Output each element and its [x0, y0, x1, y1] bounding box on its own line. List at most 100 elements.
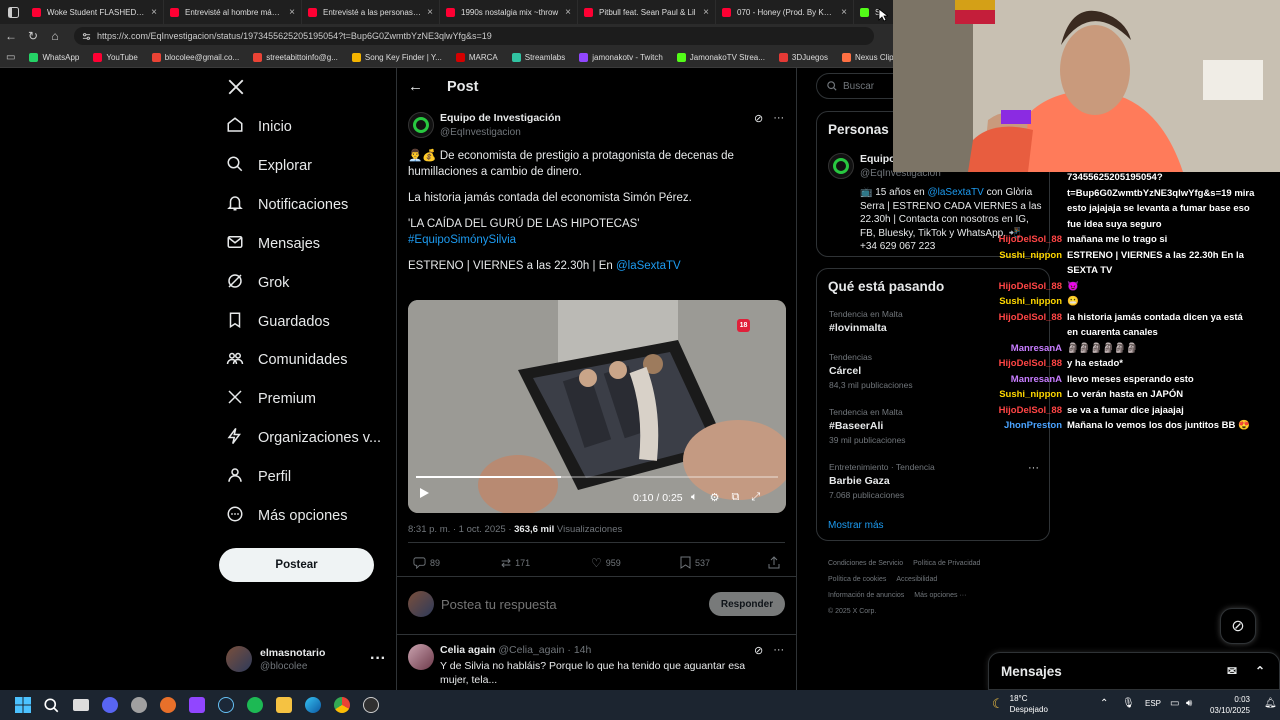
nav-item-perfil[interactable]: Perfil — [226, 466, 291, 488]
close-icon[interactable]: × — [151, 7, 157, 18]
footer-link[interactable]: Información de anuncios — [828, 588, 904, 604]
grok-icon[interactable]: ⊘ — [754, 644, 763, 657]
close-icon[interactable]: × — [427, 7, 433, 18]
bookmark-item[interactable]: blocolee@gmail.co... — [151, 53, 239, 62]
close-icon[interactable]: × — [289, 7, 295, 18]
site-info-icon[interactable] — [82, 32, 91, 41]
footer-link[interactable]: Accesibilidad — [896, 572, 937, 588]
nav-item-explorar[interactable]: Explorar — [226, 155, 312, 177]
play-icon[interactable] — [418, 486, 430, 504]
messages-drawer[interactable]: Mensajes ✉ ⌃ — [988, 652, 1280, 690]
mention-link[interactable]: @laSextaTV — [616, 260, 681, 272]
steam-icon[interactable] — [211, 697, 240, 713]
footer-link[interactable]: Política de cookies — [828, 572, 886, 588]
grok-float-button[interactable]: ⊘ — [1220, 608, 1256, 644]
author-name[interactable]: Equipo de Investigación — [440, 112, 561, 124]
bookmark-item[interactable]: jamonakotv - Twitch — [579, 53, 663, 62]
network-icon[interactable]: ▭ — [1170, 698, 1179, 709]
account-switcher[interactable]: elmasnotario @blocolee ··· — [226, 644, 386, 674]
person-bio-mention[interactable]: @laSextaTV — [928, 187, 984, 198]
weather-widget[interactable]: ☾ 18°C Despejado — [992, 693, 1048, 715]
chrome-icon[interactable] — [327, 697, 356, 713]
notifications-icon[interactable]: 🔔︎ — [1264, 698, 1277, 709]
nav-item-premium[interactable]: Premium — [226, 388, 316, 410]
reply-author-handle[interactable]: @Celia_again · 14h — [498, 644, 591, 656]
author-handle[interactable]: @EqInvestigacion — [440, 127, 561, 138]
obs-icon[interactable] — [356, 697, 385, 713]
back-icon[interactable]: ← — [0, 29, 22, 43]
spotify-icon[interactable] — [240, 697, 269, 713]
close-icon[interactable]: × — [565, 7, 571, 18]
folder-icon[interactable] — [269, 697, 298, 713]
reply-submit-button[interactable]: Responder — [709, 592, 785, 616]
reply-author-avatar[interactable] — [408, 644, 434, 670]
bookmark-item[interactable]: Nexus Clips — [841, 53, 898, 62]
more-icon[interactable]: ··· — [1028, 462, 1039, 474]
footer-link[interactable]: Más opciones ··· — [914, 588, 966, 604]
expand-icon[interactable]: ⌃ — [1255, 664, 1265, 678]
tray-chevron-icon[interactable]: ⌃ — [1100, 698, 1108, 709]
video-progress-bar[interactable] — [416, 476, 778, 478]
url-field[interactable]: https://x.com/EqInvestigacion/status/197… — [74, 27, 874, 45]
microphone-icon[interactable]: 🎙︎ — [1122, 698, 1135, 709]
volume-icon[interactable]: 🔈︎ — [691, 491, 698, 504]
nav-item-organizaciones-v[interactable]: Organizaciones v... — [226, 427, 381, 449]
bookmark-item[interactable]: streetabittoinfo@g... — [253, 53, 338, 62]
apps-icon[interactable]: ▭ — [6, 52, 15, 63]
footer-link[interactable]: Condiciones de Servicio — [828, 556, 903, 572]
bookmark-item[interactable]: JamonakoTV Strea... — [676, 53, 765, 62]
browser-tab[interactable]: Pitbull feat. Sean Paul & Lil × — [578, 0, 716, 24]
reply-input[interactable] — [441, 596, 691, 612]
clock[interactable]: 0:03 03/10/2025 — [1206, 694, 1250, 716]
share-button[interactable] — [768, 556, 780, 569]
repost-button[interactable]: ⇄ 171 — [501, 556, 530, 570]
post-timestamp[interactable]: 8:31 p. m. · 1 oct. 2025 · — [408, 524, 514, 535]
xbox-icon[interactable] — [124, 697, 153, 713]
browser-tab[interactable]: 070 - Honey (Prod. By Korn × — [716, 0, 854, 24]
close-icon[interactable]: × — [703, 7, 709, 18]
nav-item-inicio[interactable]: Inicio — [226, 116, 292, 138]
browser-tab[interactable]: 1990s nostalgia mix ~throw × — [440, 0, 578, 24]
nav-item-notificaciones[interactable]: Notificaciones — [226, 194, 348, 216]
app-icon[interactable] — [153, 697, 182, 713]
new-message-icon[interactable]: ✉ — [1227, 664, 1237, 678]
reply-button[interactable]: 89 — [413, 556, 440, 569]
close-icon[interactable]: × — [841, 7, 847, 18]
browser-tab[interactable]: Entrevisté a las personas ne × — [302, 0, 440, 24]
more-icon[interactable]: ··· — [773, 644, 784, 657]
reload-icon[interactable]: ↻ — [22, 29, 44, 43]
twitch-icon[interactable] — [182, 697, 211, 713]
footer-link[interactable]: Política de Privacidad — [913, 556, 980, 572]
edge-icon[interactable] — [298, 697, 327, 713]
more-icon[interactable]: ··· — [773, 112, 784, 125]
bookmark-item[interactable]: YouTube — [93, 53, 138, 62]
bookmark-button[interactable]: 537 — [680, 556, 710, 569]
task-view-icon[interactable] — [66, 699, 95, 711]
tab-actions-icon[interactable] — [0, 0, 26, 24]
bookmark-item[interactable]: MARCA — [455, 53, 498, 62]
discord-icon[interactable] — [95, 697, 124, 713]
hashtag-link[interactable]: #EquipoSimónySilvia — [408, 232, 788, 248]
nav-item-mensajes[interactable]: Mensajes — [226, 233, 320, 255]
nav-item-grok[interactable]: Grok — [226, 272, 289, 294]
start-icon[interactable] — [8, 697, 37, 713]
footer-link[interactable]: © 2025 X Corp. — [828, 604, 876, 620]
bookmark-item[interactable]: WhatsApp — [29, 53, 79, 62]
reply-author-name[interactable]: Celia again — [440, 644, 495, 656]
author-avatar[interactable] — [408, 112, 434, 138]
bookmark-item[interactable]: Song Key Finder | Y... — [351, 53, 442, 62]
search-icon[interactable] — [37, 697, 66, 713]
x-logo-icon[interactable] — [227, 78, 245, 101]
person-name[interactable]: Equipo — [860, 153, 896, 165]
bookmark-item[interactable]: Streamlabs — [511, 53, 565, 62]
person-avatar[interactable] — [828, 153, 854, 179]
grok-icon[interactable]: ⊘ — [754, 112, 763, 125]
language-indicator[interactable]: ESP — [1145, 699, 1161, 708]
more-icon[interactable]: ··· — [370, 650, 386, 668]
nav-item-m-s-opciones[interactable]: Más opciones — [226, 505, 347, 527]
back-arrow-icon[interactable]: ← — [408, 78, 423, 95]
volume-icon[interactable]: 🔊︎ — [1186, 698, 1192, 709]
settings-icon[interactable]: ⚙︎ — [710, 491, 720, 504]
show-more-link[interactable]: Mostrar más — [828, 520, 884, 531]
home-icon[interactable]: ⌂ — [44, 29, 66, 43]
